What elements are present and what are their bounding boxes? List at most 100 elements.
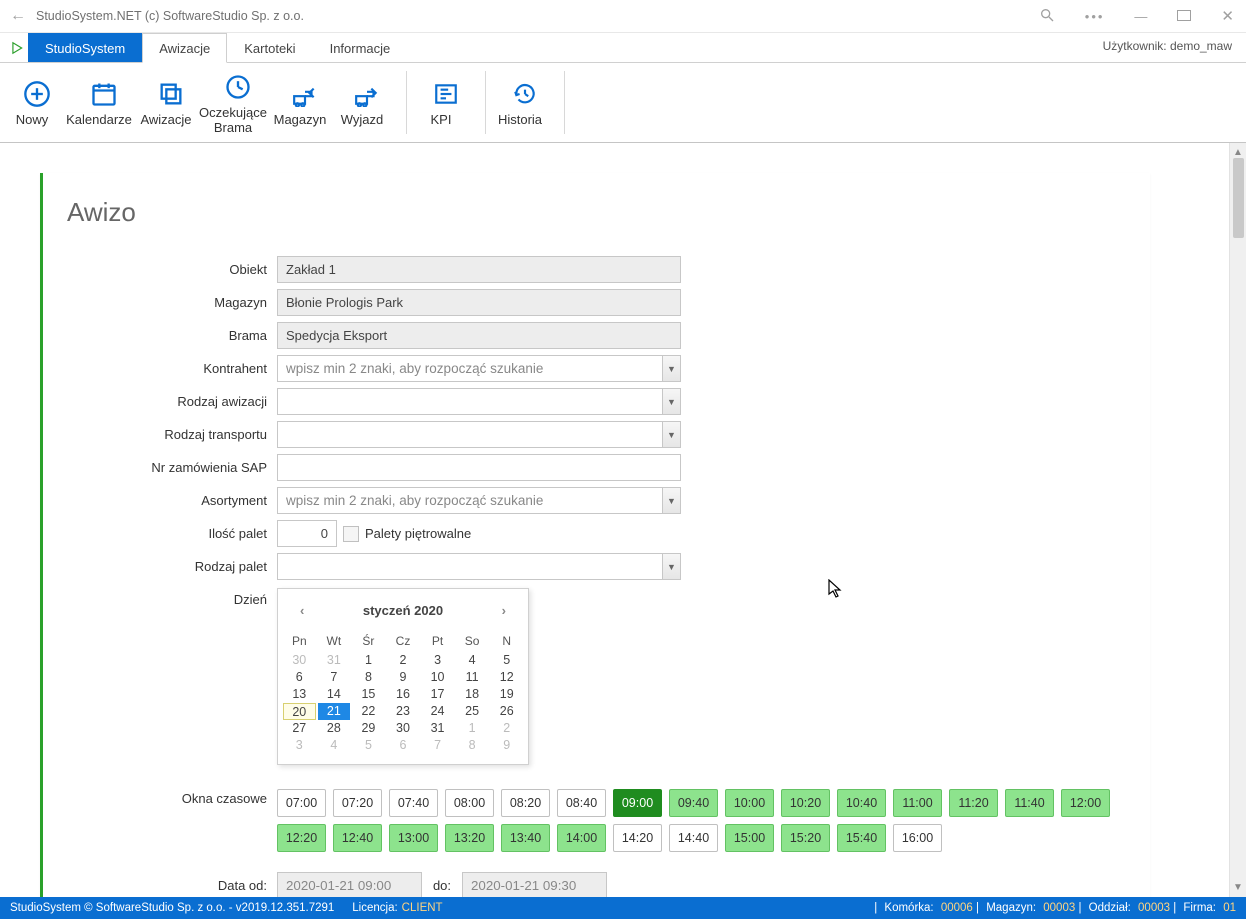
close-icon[interactable]: ✕	[1215, 3, 1240, 29]
calendar-day[interactable]: 8	[352, 669, 385, 686]
calendar-day[interactable]: 30	[283, 652, 316, 669]
tab-awizacje[interactable]: Awizacje	[142, 33, 227, 63]
calendar-day[interactable]: 6	[283, 669, 316, 686]
time-slot[interactable]: 13:40	[501, 824, 550, 852]
calendar-day[interactable]: 23	[387, 703, 420, 720]
time-slot[interactable]: 08:00	[445, 789, 494, 817]
calendar-next-icon[interactable]: ›	[496, 601, 512, 620]
time-slot[interactable]: 15:40	[837, 824, 886, 852]
ribbon-btn-kalendarze[interactable]: Kalendarze	[68, 65, 140, 140]
time-slot[interactable]: 12:40	[333, 824, 382, 852]
tab-kartoteki[interactable]: Kartoteki	[227, 33, 312, 62]
time-slot[interactable]: 13:00	[389, 824, 438, 852]
asortyment-combo[interactable]: wpisz min 2 znaki, aby rozpocząć szukani…	[277, 487, 681, 514]
time-slot[interactable]: 15:00	[725, 824, 774, 852]
time-slot[interactable]: 09:00	[613, 789, 662, 817]
time-slot[interactable]: 08:20	[501, 789, 550, 817]
chevron-down-icon[interactable]: ▼	[662, 422, 680, 447]
time-slot[interactable]: 13:20	[445, 824, 494, 852]
calendar-day[interactable]: 19	[490, 686, 523, 703]
chevron-down-icon[interactable]: ▼	[662, 554, 680, 579]
calendar-day[interactable]: 29	[352, 720, 385, 737]
search-icon[interactable]	[1033, 3, 1061, 30]
time-slot[interactable]: 14:20	[613, 824, 662, 852]
scroll-up-icon[interactable]: ▲	[1233, 147, 1243, 158]
calendar-day[interactable]: 12	[490, 669, 523, 686]
calendar-day[interactable]: 10	[421, 669, 454, 686]
time-slot[interactable]: 07:20	[333, 789, 382, 817]
calendar-day[interactable]: 15	[352, 686, 385, 703]
rodzaj-palet-combo[interactable]: ▼	[277, 553, 681, 580]
calendar-day[interactable]: 22	[352, 703, 385, 720]
more-icon[interactable]: •••	[1079, 5, 1111, 28]
ribbon-btn-kpi[interactable]: KPI	[415, 65, 477, 140]
time-slot[interactable]: 10:40	[837, 789, 886, 817]
time-slot[interactable]: 07:40	[389, 789, 438, 817]
calendar-day[interactable]: 27	[283, 720, 316, 737]
palety-pietrowalne-checkbox[interactable]	[343, 526, 359, 542]
time-slot[interactable]: 11:20	[949, 789, 998, 817]
calendar-day[interactable]: 4	[456, 652, 489, 669]
calendar-day[interactable]: 5	[352, 737, 385, 754]
calendar-day[interactable]: 31	[318, 652, 351, 669]
calendar-day[interactable]: 25	[456, 703, 489, 720]
run-icon[interactable]	[6, 33, 28, 62]
time-slot[interactable]: 12:20	[277, 824, 326, 852]
calendar-day[interactable]: 3	[421, 652, 454, 669]
calendar-day[interactable]: 17	[421, 686, 454, 703]
time-slot[interactable]: 08:40	[557, 789, 606, 817]
calendar-day[interactable]: 30	[387, 720, 420, 737]
time-slot[interactable]: 10:00	[725, 789, 774, 817]
calendar-day[interactable]: 11	[456, 669, 489, 686]
ilosc-palet-input[interactable]	[277, 520, 337, 547]
calendar-day[interactable]: 5	[490, 652, 523, 669]
calendar-day[interactable]: 24	[421, 703, 454, 720]
calendar-day[interactable]: 2	[387, 652, 420, 669]
kontrahent-combo[interactable]: wpisz min 2 znaki, aby rozpocząć szukani…	[277, 355, 681, 382]
time-slot[interactable]: 12:00	[1061, 789, 1110, 817]
calendar-day[interactable]: 13	[283, 686, 316, 703]
chevron-down-icon[interactable]: ▼	[662, 488, 680, 513]
time-slot[interactable]: 15:20	[781, 824, 830, 852]
calendar-day[interactable]: 31	[421, 720, 454, 737]
calendar-day[interactable]: 14	[318, 686, 351, 703]
rodzaj-awizacji-combo[interactable]: ▼	[277, 388, 681, 415]
calendar-day[interactable]: 28	[318, 720, 351, 737]
calendar-day[interactable]: 9	[490, 737, 523, 754]
calendar-day[interactable]: 8	[456, 737, 489, 754]
ribbon-btn-wyjazd[interactable]: Wyjazd	[336, 65, 398, 140]
calendar-day[interactable]: 1	[352, 652, 385, 669]
calendar-day[interactable]: 2	[490, 720, 523, 737]
calendar-day[interactable]: 16	[387, 686, 420, 703]
maximize-icon[interactable]	[1171, 5, 1197, 28]
ribbon-btn-historia[interactable]: Historia	[494, 65, 556, 140]
scroll-down-icon[interactable]: ▼	[1233, 882, 1243, 893]
minimize-icon[interactable]: —	[1128, 5, 1153, 28]
calendar-day[interactable]: 20	[283, 703, 316, 720]
back-icon[interactable]: ←	[6, 7, 30, 25]
calendar-day[interactable]: 9	[387, 669, 420, 686]
calendar-day[interactable]: 6	[387, 737, 420, 754]
time-slot[interactable]: 07:00	[277, 789, 326, 817]
scrollbar-thumb[interactable]	[1233, 158, 1244, 238]
rodzaj-transportu-combo[interactable]: ▼	[277, 421, 681, 448]
tab-studiosystem[interactable]: StudioSystem	[28, 33, 142, 62]
ribbon-btn-magazyn[interactable]: Magazyn	[274, 65, 336, 140]
scrollbar[interactable]: ▲ ▼	[1229, 143, 1246, 897]
calendar-day[interactable]: 1	[456, 720, 489, 737]
time-slot[interactable]: 09:40	[669, 789, 718, 817]
calendar-prev-icon[interactable]: ‹	[294, 601, 310, 620]
calendar-day[interactable]: 3	[283, 737, 316, 754]
tab-informacje[interactable]: Informacje	[313, 33, 408, 62]
calendar-day[interactable]: 26	[490, 703, 523, 720]
calendar-day[interactable]: 4	[318, 737, 351, 754]
chevron-down-icon[interactable]: ▼	[662, 389, 680, 414]
calendar-day[interactable]: 7	[318, 669, 351, 686]
calendar-day[interactable]: 21	[318, 703, 351, 720]
time-slot[interactable]: 11:40	[1005, 789, 1054, 817]
calendar-day[interactable]: 18	[456, 686, 489, 703]
time-slot[interactable]: 14:00	[557, 824, 606, 852]
calendar-day[interactable]: 7	[421, 737, 454, 754]
time-slot[interactable]: 14:40	[669, 824, 718, 852]
time-slot[interactable]: 11:00	[893, 789, 942, 817]
